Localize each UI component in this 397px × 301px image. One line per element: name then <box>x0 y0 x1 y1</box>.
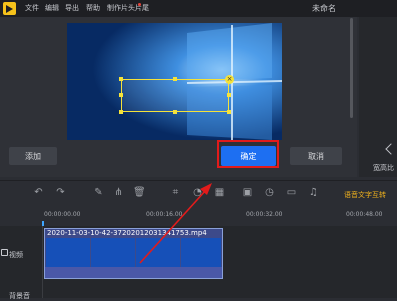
audio-icon[interactable]: ♫ <box>308 187 319 198</box>
timecode: 00:00:16.00 <box>146 211 183 218</box>
voice-text-convert-button[interactable]: 语音文字互转 <box>344 190 386 200</box>
editor-scrollbar[interactable] <box>350 18 353 118</box>
text-box-selection[interactable] <box>121 79 229 112</box>
resize-handle[interactable] <box>227 93 231 97</box>
timecode: 00:00:48.00 <box>346 211 383 218</box>
video-track-icon <box>1 249 8 256</box>
resize-handle[interactable] <box>119 110 123 114</box>
video-track-label: 视频 <box>9 251 23 259</box>
app-title: 未命名 <box>312 4 336 13</box>
freeze-frame-icon[interactable]: ▣ <box>242 187 253 198</box>
pen-icon[interactable]: ✎ <box>93 187 104 198</box>
undo-icon[interactable]: ↶ <box>33 187 44 198</box>
menu-export[interactable]: 导出 <box>65 3 79 13</box>
cancel-button[interactable]: 取消 <box>290 147 342 165</box>
resize-handle[interactable] <box>227 110 231 114</box>
mosaic-icon[interactable]: ▦ <box>214 187 225 198</box>
resize-handle[interactable] <box>173 77 177 81</box>
crop-icon[interactable]: ⌗ <box>170 187 181 198</box>
close-text-box-icon[interactable]: × <box>225 75 234 84</box>
redo-icon[interactable]: ↷ <box>55 187 66 198</box>
duration-icon[interactable]: ◷ <box>264 187 275 198</box>
title-bar <box>0 0 397 17</box>
timecode: 00:00:32.00 <box>246 211 283 218</box>
menu-intro-outro[interactable]: 制作片头片尾 <box>107 3 149 13</box>
app-logo-icon <box>3 2 16 15</box>
menu-edit[interactable]: 编辑 <box>45 3 59 13</box>
menu-file[interactable]: 文件 <box>25 3 39 13</box>
clip-thumbnail <box>91 238 135 268</box>
menu-help[interactable]: 帮助 <box>86 3 100 13</box>
delete-icon[interactable]: 🗑 <box>133 187 146 198</box>
resize-handle[interactable] <box>173 110 177 114</box>
speed-icon[interactable]: ◔ <box>192 187 203 198</box>
clip-thumbnail <box>136 238 180 268</box>
clip-thumbnail <box>181 238 221 268</box>
music-track-label: 背景音 <box>9 292 30 300</box>
screen-icon[interactable]: ▭ <box>286 187 297 198</box>
track-header-divider <box>42 226 43 298</box>
new-badge-dot <box>138 3 141 6</box>
clip-filename: 2020-11-03-10-42-37202012031341753.mp4 <box>47 229 207 237</box>
timecode: 00:00:00.00 <box>44 211 81 218</box>
resize-handle[interactable] <box>119 77 123 81</box>
aspect-ratio-label[interactable]: 宽高比 <box>373 163 394 173</box>
resize-handle[interactable] <box>119 93 123 97</box>
highlight-box <box>217 140 279 168</box>
clip-thumbnail <box>46 238 90 268</box>
clip-audio-strip <box>45 267 222 278</box>
add-button[interactable]: 添加 <box>9 147 57 165</box>
timeline-ruler[interactable] <box>42 207 397 225</box>
split-icon[interactable]: ⋔ <box>113 187 124 198</box>
